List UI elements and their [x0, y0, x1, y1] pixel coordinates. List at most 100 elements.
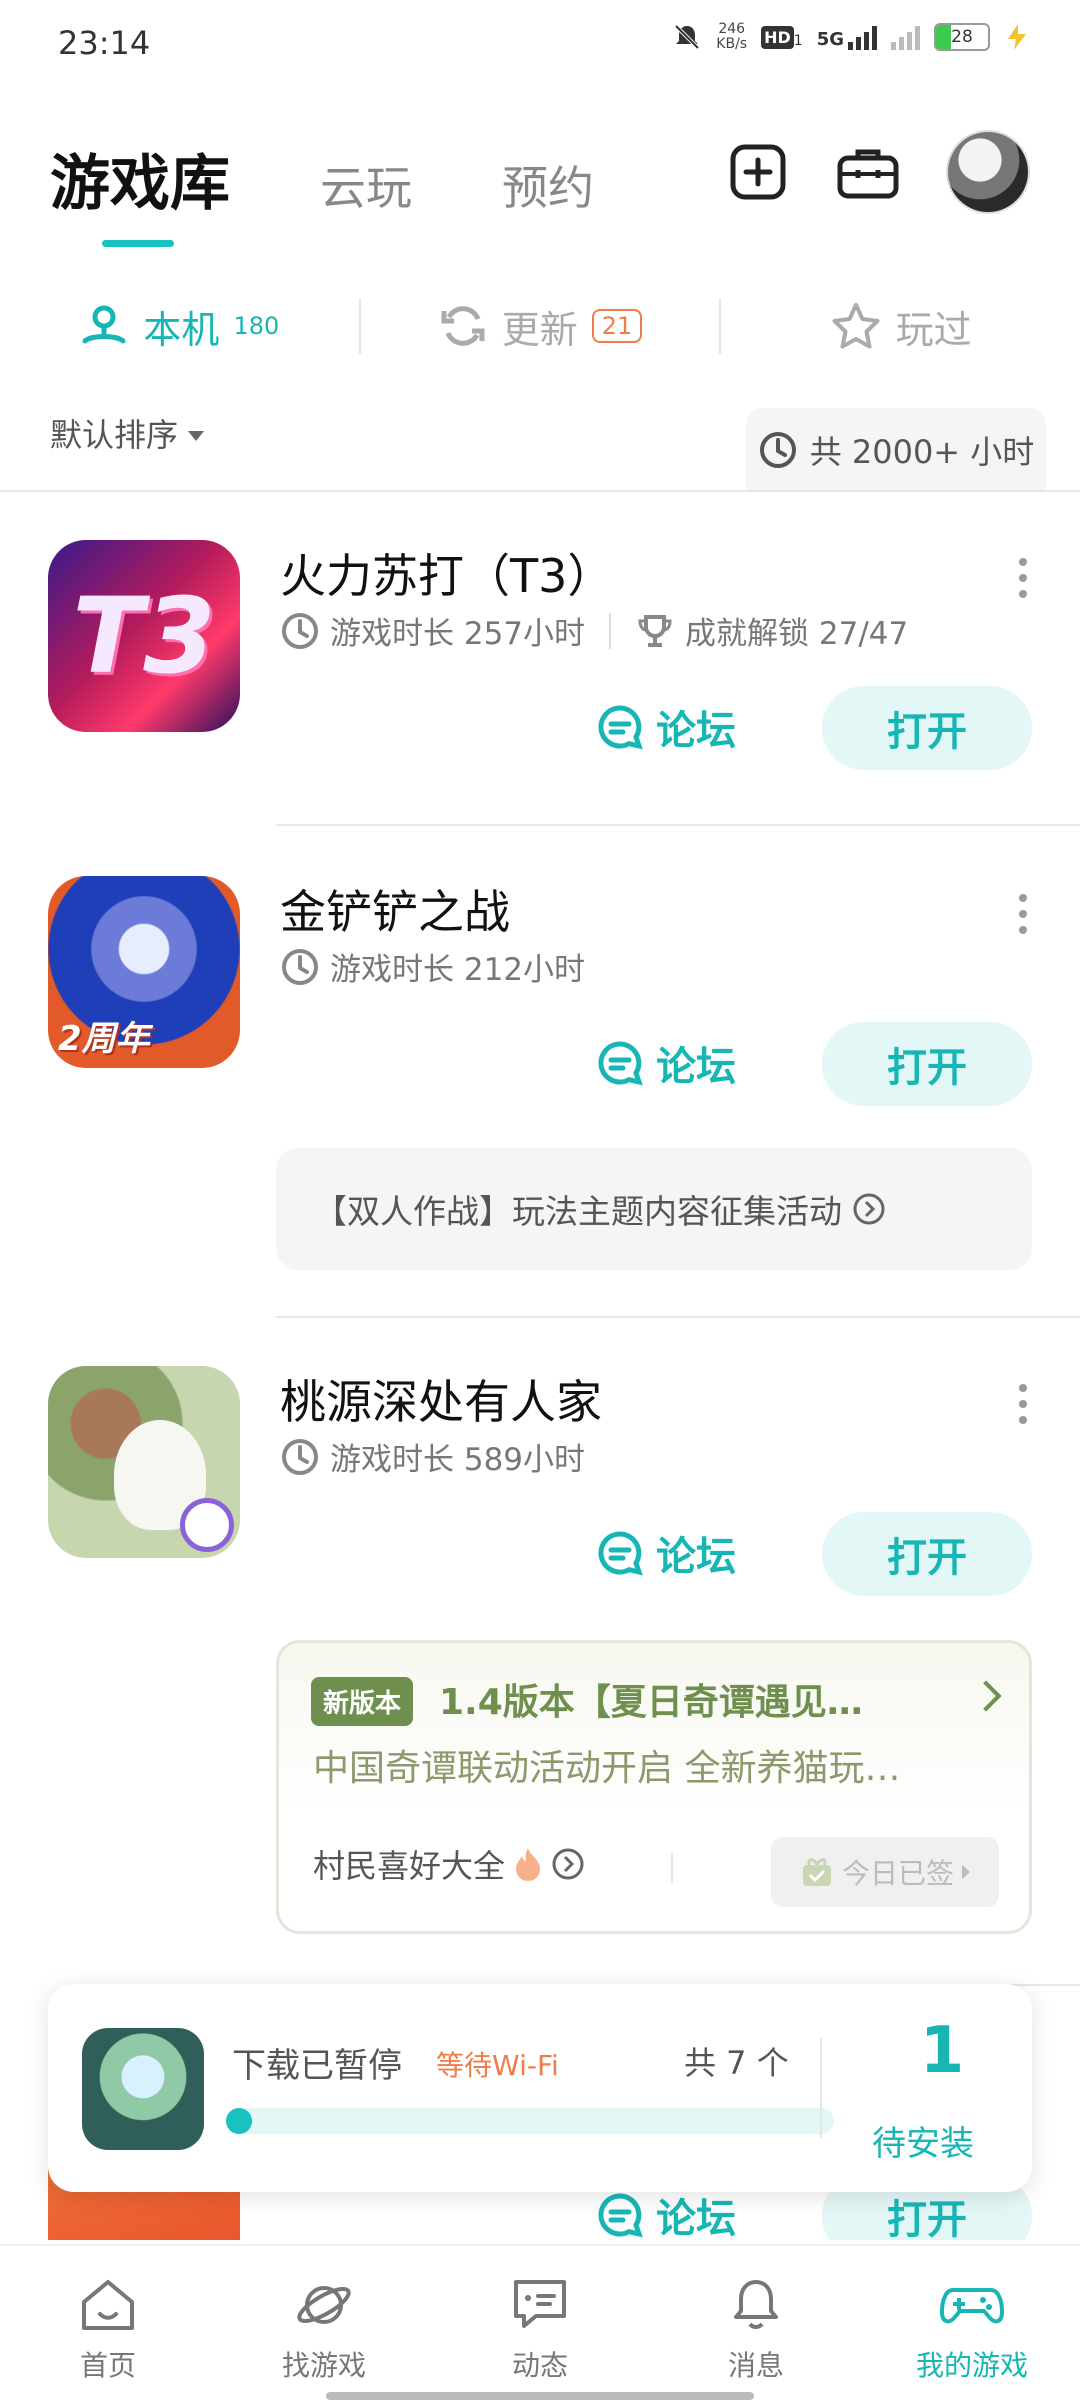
forum-link[interactable]: 论坛 [596, 2186, 736, 2240]
game-item[interactable]: T3 火力苏打（T3） 游戏时长 257小时 成就解锁 27/47 论坛 打开 [0, 540, 1080, 820]
segment-local[interactable]: 本机 180 [0, 299, 359, 354]
list-divider [276, 1316, 1080, 1318]
game-item[interactable]: 桃源深处有人家 游戏时长 589小时 论坛 打开 新版本 1.4版本【夏日奇谭遇… [0, 1366, 1080, 1936]
segment-tabs: 本机 180 更新 21 玩过 [0, 290, 1080, 362]
game-stats: 游戏时长 212小时 [280, 944, 585, 989]
tab-reservation[interactable]: 预约 [502, 152, 594, 218]
net-speed: 246 KB/s [716, 21, 748, 52]
app-badge-icon [180, 1498, 234, 1552]
segment-update[interactable]: 更新 21 [361, 299, 720, 354]
promo-subtitle: 中国奇谭联动活动开启 全新养猫玩… [313, 1748, 901, 1789]
activity-banner[interactable]: 【双人作战】玩法主题内容征集活动 [276, 1148, 1032, 1270]
header-divider [0, 490, 1080, 492]
local-device-icon [82, 305, 126, 344]
status-time: 23:14 [58, 24, 151, 62]
status-bar: 23:14 246 KB/s HD 1 5G 28 [0, 0, 1080, 90]
pending-install-count: 1 [919, 2014, 965, 2088]
forum-chat-icon [598, 1041, 643, 1086]
refresh-icon [441, 306, 485, 346]
forum-link[interactable]: 论坛 [596, 1034, 736, 1092]
nav-home[interactable]: 首页 [0, 2246, 216, 2404]
more-options-icon[interactable] [1018, 894, 1028, 934]
progress-knob [226, 2108, 252, 2134]
circle-arrow-right-icon [552, 1848, 584, 1880]
bell-icon [734, 2280, 778, 2329]
top-tabs: 游戏库 云玩 预约 [50, 135, 594, 222]
segment-played[interactable]: 玩过 [721, 299, 1080, 354]
download-wait-status: 等待Wi-Fi [436, 2049, 559, 2082]
fire-icon [516, 1848, 541, 1881]
tab-cloud-play[interactable]: 云玩 [320, 152, 412, 218]
home-icon [82, 2280, 134, 2330]
tab-game-library[interactable]: 游戏库 [50, 135, 230, 222]
game-icon-t3: T3 [48, 540, 240, 732]
tab-indicator [102, 240, 174, 247]
clock-icon [282, 1438, 318, 1475]
anniversary-badge: 2周年 [58, 1019, 150, 1059]
toolbox-icon [837, 149, 899, 199]
signal-bars-icon [848, 24, 877, 50]
nav-find-games[interactable]: 找游戏 [216, 2246, 432, 2404]
game-icon-jcc: 2周年 [48, 876, 240, 1068]
new-version-tag: 新版本 [311, 1677, 414, 1726]
caret-right-icon [962, 1865, 970, 1879]
forum-chat-icon [598, 705, 643, 750]
home-indicator [326, 2392, 754, 2400]
add-icon [730, 144, 786, 200]
caret-down-icon [188, 431, 205, 441]
clock-icon [282, 948, 318, 985]
open-game-button[interactable]: 打开 [822, 1512, 1032, 1596]
charging-icon [1008, 24, 1026, 50]
signal-5g: 5G [817, 24, 877, 50]
local-count: 180 [233, 312, 280, 340]
add-button[interactable] [726, 140, 790, 204]
total-playtime-chip[interactable]: 共 2000+ 小时 [746, 408, 1046, 492]
download-progress-bar [226, 2108, 834, 2134]
villager-guide-link[interactable]: 村民喜好大全 [313, 1841, 585, 1887]
pending-install-label[interactable]: 待安装 [872, 2116, 974, 2165]
update-badge: 21 [591, 309, 643, 343]
planet-icon [297, 2286, 351, 2324]
forum-link[interactable]: 论坛 [596, 1524, 736, 1582]
gamepad-icon [940, 2288, 1004, 2324]
open-game-button[interactable]: 打开 [822, 686, 1032, 770]
download-game-icon [82, 2028, 204, 2150]
circle-arrow-right-icon [853, 1193, 885, 1225]
sort-dropdown[interactable]: 默认排序 [50, 410, 205, 456]
top-actions [726, 130, 1030, 214]
more-options-icon[interactable] [1018, 558, 1028, 598]
daily-signin-button[interactable]: 今日已签 [771, 1837, 999, 1907]
clock-icon [759, 432, 796, 468]
promo-title: 1.4版本【夏日奇谭遇见… [439, 1682, 863, 1723]
nav-feed[interactable]: 动态 [432, 2246, 648, 2404]
download-status-card[interactable]: 下载已暂停 等待Wi-Fi 共 7 个 1 待安装 [48, 1984, 1032, 2192]
trophy-icon [638, 614, 672, 647]
chevron-right-icon [970, 1680, 1002, 1712]
game-stats: 游戏时长 257小时 成就解锁 27/47 [280, 608, 908, 653]
star-icon [832, 303, 880, 349]
download-count: 共 7 个 [684, 2044, 789, 2082]
clock-icon [282, 612, 318, 649]
open-game-button[interactable]: 打开 [822, 1022, 1032, 1106]
status-icons: 246 KB/s HD 1 5G 28 [672, 22, 1030, 52]
more-options-icon[interactable] [1018, 1384, 1028, 1424]
forum-link[interactable]: 论坛 [596, 698, 736, 756]
nav-messages[interactable]: 消息 [648, 2246, 864, 2404]
toolbox-button[interactable] [836, 140, 900, 204]
bottom-navigation: 首页 找游戏 动态 消息 我的游戏 [0, 2244, 1080, 2404]
nav-my-games[interactable]: 我的游戏 [864, 2246, 1080, 2404]
list-divider [276, 824, 1080, 826]
game-item[interactable]: 2周年 金铲铲之战 游戏时长 212小时 论坛 打开 【双人作战】玩法主题内容征… [0, 876, 1080, 1276]
version-promo-card[interactable]: 新版本 1.4版本【夏日奇谭遇见… 中国奇谭联动活动开启 全新养猫玩… 村民喜好… [276, 1640, 1032, 1934]
game-title: 桃源深处有人家 [280, 1375, 602, 1429]
forum-chat-icon [598, 2193, 643, 2238]
hd-badge: HD 1 [761, 25, 803, 49]
user-avatar[interactable] [946, 130, 1030, 214]
forum-chat-icon [598, 1531, 643, 1576]
download-title: 下载已暂停 [232, 2046, 402, 2086]
game-title: 火力苏打（T3） [280, 549, 614, 603]
signal-bars-secondary-icon [891, 24, 920, 50]
battery-icon: 28 [934, 23, 990, 51]
gift-check-icon [802, 1858, 831, 1886]
game-title: 金铲铲之战 [280, 885, 510, 939]
